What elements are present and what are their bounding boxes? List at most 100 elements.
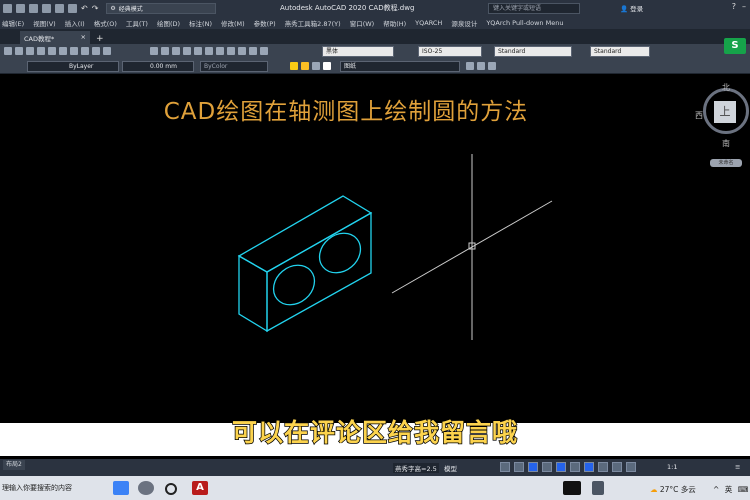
annotation-scale-readout[interactable]: 燕秀字高=2.5 [393, 463, 439, 473]
zoom-window-icon[interactable] [172, 47, 180, 55]
publish-icon[interactable] [59, 47, 67, 55]
text-style-dropdown[interactable]: 黑体 [322, 46, 394, 57]
calculator-icon[interactable] [249, 47, 257, 55]
ime-indicator[interactable]: 英 [725, 485, 733, 494]
multileader-style-dropdown[interactable]: Standard [590, 46, 650, 57]
menu-item-help[interactable]: 帮助(H) [383, 18, 406, 28]
viewport-scale[interactable]: 1:1 [667, 463, 677, 471]
selection-cycling-icon[interactable] [626, 462, 636, 472]
save-as-icon[interactable] [55, 3, 64, 13]
lightbulb-icon[interactable] [290, 62, 298, 70]
layer-prev-icon[interactable] [466, 62, 474, 70]
menu-item-modify[interactable]: 修改(M) [221, 18, 245, 28]
compass-north[interactable]: 北 [722, 82, 730, 93]
menu-item-yanxiu[interactable]: 燕秀工具箱2.87(Y) [285, 18, 341, 28]
sheet-set-icon[interactable] [227, 47, 235, 55]
ucs-menu-button[interactable]: 未命名 [710, 159, 742, 167]
polar-icon[interactable] [542, 462, 552, 472]
redo-icon[interactable]: ↷ [92, 4, 99, 13]
open-icon[interactable] [15, 47, 23, 55]
layer-iso-icon[interactable] [477, 62, 485, 70]
menu-item-window[interactable]: 窗口(W) [350, 18, 375, 28]
app-tray-icon[interactable] [563, 481, 581, 495]
menu-item-tools[interactable]: 工具(T) [126, 18, 148, 28]
lineweight-toggle-icon[interactable] [598, 462, 608, 472]
transparency-icon[interactable] [612, 462, 622, 472]
login-button[interactable]: 👤 登录 [620, 3, 643, 13]
open-icon[interactable] [29, 3, 38, 13]
menu-item-edit[interactable]: 编辑(E) [2, 18, 24, 28]
preview-icon[interactable] [48, 47, 56, 55]
tab-layout2[interactable]: 布局2 [3, 460, 25, 470]
lineweight-dropdown[interactable]: 0.00 mm [122, 61, 194, 72]
cortana-icon[interactable] [113, 481, 129, 495]
tool-palette-icon[interactable] [216, 47, 224, 55]
weather-widget[interactable]: ☁ 27°C 多云 [650, 484, 696, 495]
table-style-dropdown[interactable]: Standard [494, 46, 572, 57]
task-view-icon[interactable] [165, 483, 177, 495]
keyboard-icon[interactable]: ⌨ [738, 485, 749, 494]
plot-icon[interactable] [37, 47, 45, 55]
layer-match-icon[interactable] [488, 62, 496, 70]
paste-icon[interactable] [92, 47, 100, 55]
help-icon[interactable] [260, 47, 268, 55]
compass-south[interactable]: 南 [722, 138, 730, 149]
save-icon[interactable] [26, 47, 34, 55]
osnap-icon[interactable] [584, 462, 594, 472]
osnap-tracking-icon[interactable] [570, 462, 580, 472]
lock-icon[interactable] [312, 62, 320, 70]
close-icon[interactable]: × [81, 33, 86, 42]
customize-icon[interactable]: ≡ [735, 463, 740, 471]
menu-item-parametric[interactable]: 参数(P) [254, 18, 276, 28]
new-icon[interactable] [16, 3, 25, 13]
new-icon[interactable] [4, 47, 12, 55]
menu-item-view[interactable]: 视图(V) [33, 18, 56, 28]
autocad-taskbar-icon[interactable]: A [192, 481, 208, 495]
menu-item-format[interactable]: 格式(O) [94, 18, 117, 28]
undo-icon[interactable]: ↶ [81, 4, 88, 13]
menu-item-draw[interactable]: 绘图(D) [157, 18, 180, 28]
workspace-dropdown[interactable]: ⚙ 经典模式 [106, 2, 217, 14]
menu-item-yqarch-pulldown[interactable]: YQArch Pull-down Menu [486, 19, 563, 27]
design-center-icon[interactable] [205, 47, 213, 55]
sun-icon[interactable] [301, 62, 309, 70]
minimize-icon[interactable]: – [742, 2, 746, 11]
search-input[interactable]: 键入关键字或短语 [488, 3, 580, 14]
linetype-dropdown[interactable]: ByLayer [27, 61, 119, 72]
snap-icon[interactable] [514, 462, 524, 472]
add-tab-icon[interactable]: + [96, 34, 104, 44]
sogou-ime-icon[interactable]: S [724, 38, 746, 54]
help-icon[interactable]: ? [732, 2, 736, 11]
pan-icon[interactable] [150, 47, 158, 55]
headset-icon[interactable] [138, 481, 154, 495]
match-icon[interactable] [103, 47, 111, 55]
grid-icon[interactable] [500, 462, 510, 472]
copy-icon[interactable] [81, 47, 89, 55]
model-space-button[interactable]: 模型 [444, 463, 457, 473]
markup-icon[interactable] [238, 47, 246, 55]
viewcube-top-face[interactable]: 上 [714, 101, 736, 123]
zoom-icon[interactable] [161, 47, 169, 55]
cut-icon[interactable] [70, 47, 78, 55]
ortho-icon[interactable] [528, 462, 538, 472]
menu-item-yuanquan[interactable]: 源泉设计 [451, 18, 477, 28]
dim-style-dropdown[interactable]: ISO-25 [418, 46, 482, 57]
tray-expand-icon[interactable]: ^ [713, 485, 719, 494]
tab-cad-tutorial[interactable]: CAD教程* × [20, 31, 90, 44]
drawing-canvas[interactable] [0, 75, 750, 423]
isodraft-icon[interactable] [556, 462, 566, 472]
properties-icon[interactable] [194, 47, 202, 55]
print-icon[interactable] [68, 3, 77, 13]
compass-west[interactable]: 西 [695, 110, 703, 121]
save-icon[interactable] [42, 3, 51, 13]
tray-app-icon[interactable] [592, 481, 604, 495]
layer-color-icon[interactable] [323, 62, 331, 70]
menu-item-insert[interactable]: 插入(I) [65, 18, 85, 28]
zoom-prev-icon[interactable] [183, 47, 191, 55]
menu-item-yqarch[interactable]: YQARCH [415, 19, 442, 27]
taskbar-search[interactable]: 理输入你要搜索的内容 [0, 480, 110, 496]
viewcube[interactable]: 上 北 西 南 未命名 [695, 83, 750, 167]
app-menu-icon[interactable] [3, 3, 12, 13]
plot-style-dropdown[interactable]: ByColor [200, 61, 268, 72]
layer-dropdown[interactable]: 图纸 [340, 61, 460, 72]
